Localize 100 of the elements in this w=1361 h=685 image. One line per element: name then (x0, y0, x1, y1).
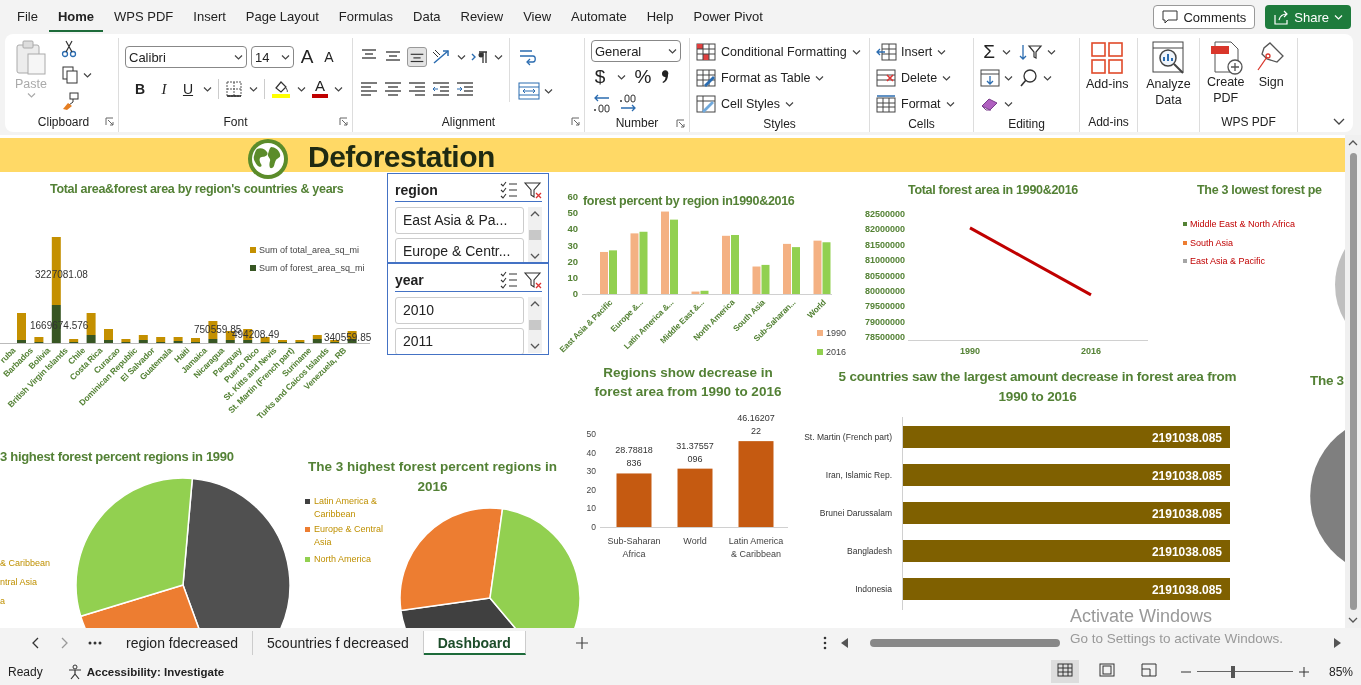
normal-view-button[interactable] (1050, 660, 1079, 683)
sort-filter-icon[interactable] (1019, 43, 1043, 61)
grow-font-button[interactable]: A (298, 47, 316, 67)
caret-icon[interactable] (1002, 48, 1011, 56)
italic-button[interactable]: I (155, 79, 173, 99)
caret-icon[interactable] (617, 73, 626, 81)
right-arrow-icon[interactable] (1334, 638, 1341, 648)
menu-tab[interactable]: WPS PDF (105, 2, 183, 32)
menu-tab[interactable]: Review (451, 2, 513, 32)
scroll-thumb[interactable] (529, 320, 541, 330)
comma-icon[interactable] (660, 69, 670, 85)
scroll-thumb[interactable] (1349, 153, 1357, 610)
merge-cells-icon[interactable] (518, 82, 540, 100)
dialog-launcher-icon[interactable] (676, 119, 685, 128)
caret-icon[interactable] (544, 87, 553, 95)
scroll-thumb[interactable] (870, 639, 1060, 647)
caret-icon[interactable] (1004, 100, 1013, 108)
wrap-text-icon[interactable] (518, 47, 538, 67)
slicer-item[interactable]: East Asia & Pa... (395, 207, 524, 234)
cells-menu-button[interactable]: Format (876, 93, 955, 115)
scissors-icon[interactable] (61, 40, 77, 58)
align-right-icon[interactable] (407, 80, 427, 98)
analyze-data-button[interactable]: Analyze Data (1144, 38, 1193, 108)
style-menu-button[interactable]: Cell Styles (696, 93, 861, 115)
share-button[interactable]: Share (1265, 5, 1351, 29)
menu-tab[interactable]: Automate (562, 2, 636, 32)
percent-button[interactable]: % (634, 67, 652, 87)
pdf-button[interactable]: Create PDF (1206, 38, 1246, 106)
menu-tab[interactable]: Insert (184, 2, 235, 32)
comments-button[interactable]: Comments (1153, 5, 1256, 29)
slider-thumb[interactable] (1231, 665, 1236, 678)
more-dots-icon[interactable] (88, 641, 102, 645)
caret-icon[interactable] (83, 71, 92, 79)
cells-menu-button[interactable]: Delete (876, 67, 955, 89)
bold-button[interactable]: B (131, 79, 149, 99)
menu-tab[interactable]: Formulas (329, 2, 403, 32)
paint-bucket-icon[interactable] (271, 79, 291, 99)
menu-tab[interactable]: Help (637, 2, 683, 32)
clear-filter-icon[interactable] (524, 270, 542, 289)
caret-icon[interactable] (457, 53, 466, 61)
scrollbar[interactable] (528, 297, 542, 353)
shrink-font-button[interactable]: A (320, 47, 338, 67)
font-color-button[interactable]: A (312, 78, 328, 100)
sheet-tab[interactable]: region fdecreased (112, 631, 254, 655)
decrease-decimal-icon[interactable] (591, 93, 613, 113)
collapse-caret-icon[interactable] (1333, 118, 1345, 126)
align-left-icon[interactable] (359, 80, 379, 98)
chevron-right-icon[interactable] (60, 637, 68, 649)
vertical-dots-icon[interactable] (823, 636, 827, 650)
pdf-button[interactable]: Sign (1251, 38, 1291, 90)
caret-icon[interactable] (1047, 48, 1056, 56)
caret-icon[interactable] (297, 85, 306, 93)
border-icon[interactable] (225, 80, 243, 98)
autosum-button[interactable]: Σ (980, 42, 998, 62)
left-arrow-icon[interactable] (841, 638, 848, 648)
decrease-indent-icon[interactable] (431, 80, 451, 98)
align-center-icon[interactable] (383, 80, 403, 98)
style-menu-button[interactable]: Format as Table (696, 67, 861, 89)
scrollbar[interactable] (528, 207, 542, 262)
chevron-left-icon[interactable] (32, 637, 40, 649)
plus-icon[interactable] (575, 637, 588, 649)
caret-icon[interactable] (1043, 74, 1052, 82)
eraser-icon[interactable] (980, 96, 1000, 112)
clear-filter-icon[interactable] (524, 180, 542, 199)
menu-tab[interactable]: Page Layout (236, 2, 328, 32)
style-menu-button[interactable]: Conditional Formatting (696, 41, 861, 63)
font-size-field[interactable]: 14 (251, 46, 294, 68)
paragraph-direction-icon[interactable] (470, 49, 490, 65)
caret-icon[interactable] (334, 85, 343, 93)
add-ins-button[interactable]: Add-ins (1086, 38, 1129, 92)
caret-icon[interactable] (494, 53, 503, 61)
accessibility-button[interactable]: Accessibility: Investigate (66, 663, 225, 680)
currency-button[interactable]: $ (591, 67, 609, 87)
sheet-tab[interactable]: Dashboard (423, 631, 526, 655)
multi-select-icon[interactable] (500, 270, 518, 289)
dialog-launcher-icon[interactable] (339, 117, 348, 126)
menu-tab[interactable]: View (514, 2, 561, 32)
menu-tab[interactable]: Home (48, 2, 104, 32)
slicer-item[interactable]: 2010 (395, 297, 524, 324)
sheet-tab[interactable]: 5countries f decreased (253, 631, 424, 655)
number-format-field[interactable]: General (591, 40, 681, 62)
plus-icon[interactable] (1298, 666, 1309, 677)
dialog-launcher-icon[interactable] (571, 117, 580, 126)
fill-down-icon[interactable] (980, 69, 1000, 87)
scroll-thumb[interactable] (529, 230, 541, 240)
multi-select-icon[interactable] (500, 180, 518, 199)
search-icon[interactable] (1019, 68, 1039, 88)
underline-button[interactable]: U (179, 79, 197, 99)
menu-tab[interactable]: Data (404, 2, 450, 32)
caret-icon[interactable] (249, 85, 258, 93)
menu-tab[interactable]: Power Pivot (684, 2, 772, 32)
font-name-field[interactable]: Calibri (125, 46, 247, 68)
paintbrush-icon[interactable] (61, 92, 79, 110)
slicer-item[interactable]: 2011 (395, 328, 524, 354)
caret-icon[interactable] (1004, 74, 1013, 82)
cells-menu-button[interactable]: Insert (876, 41, 955, 63)
caret-icon[interactable] (203, 85, 212, 93)
increase-decimal-icon[interactable] (617, 93, 639, 113)
dialog-launcher-icon[interactable] (105, 117, 114, 126)
slicer-item[interactable]: Europe & Centr... (395, 238, 524, 262)
